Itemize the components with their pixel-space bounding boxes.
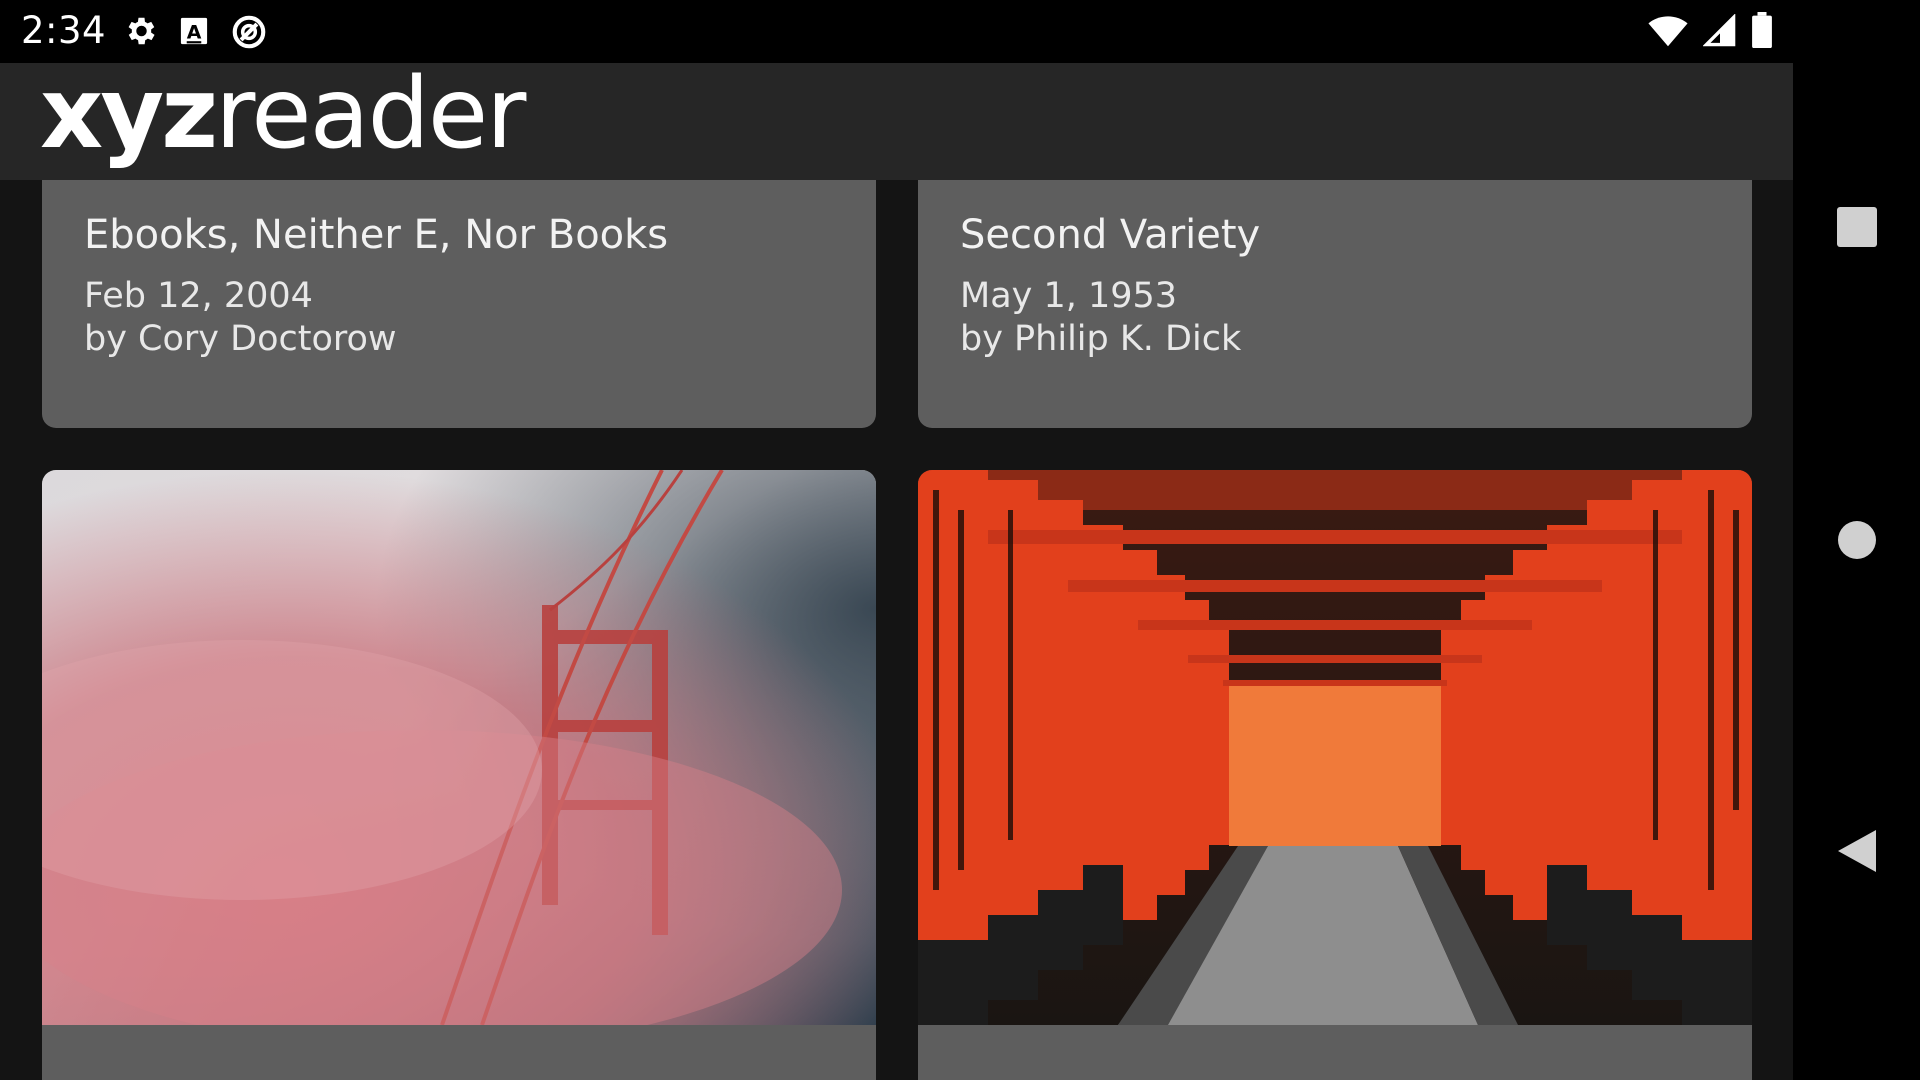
article-card[interactable] <box>42 470 876 1080</box>
home-circle-icon <box>1837 521 1876 559</box>
logo-light-text: reader <box>215 63 526 171</box>
article-date: May 1, 1953 <box>960 276 1178 316</box>
navigation-bar <box>1793 0 1920 1080</box>
data-saver-icon <box>230 13 268 51</box>
article-grid: Ebooks, Neither E, Nor Books Feb 12, 200… <box>0 180 1793 1080</box>
app-logo: xyzreader <box>40 63 526 173</box>
article-author: by Cory Doctorow <box>84 319 397 359</box>
svg-text:A: A <box>187 21 202 43</box>
wifi-icon <box>1647 14 1689 48</box>
article-title: Second Variety <box>960 212 1261 258</box>
battery-icon <box>1751 12 1773 48</box>
status-icons-left: A <box>122 13 268 51</box>
back-triangle-icon <box>1837 830 1876 872</box>
cell-signal-icon <box>1703 14 1737 48</box>
article-author: by Philip K. Dick <box>960 319 1242 359</box>
settings-icon <box>122 13 158 51</box>
article-date: Feb 12, 2004 <box>84 276 313 316</box>
recents-button[interactable] <box>1793 167 1920 287</box>
article-card[interactable]: Second Variety May 1, 1953 by Philip K. … <box>918 180 1752 428</box>
logo-bold-text: xyz <box>40 63 218 171</box>
app-toolbar: xyzreader <box>0 63 1793 180</box>
recents-square-icon <box>1836 207 1877 247</box>
article-title: Ebooks, Neither E, Nor Books <box>84 212 669 258</box>
article-card[interactable] <box>918 470 1752 1080</box>
status-bar: 2:34 A <box>0 0 1793 63</box>
status-icons-right <box>1647 12 1773 48</box>
article-card[interactable]: Ebooks, Neither E, Nor Books Feb 12, 200… <box>42 180 876 428</box>
a-font-icon: A <box>178 13 210 51</box>
torii-gates-photo <box>918 470 1752 1025</box>
golden-gate-fog-photo <box>42 470 876 1025</box>
status-time: 2:34 <box>21 9 107 52</box>
home-button[interactable] <box>1793 480 1920 600</box>
back-button[interactable] <box>1793 791 1920 911</box>
